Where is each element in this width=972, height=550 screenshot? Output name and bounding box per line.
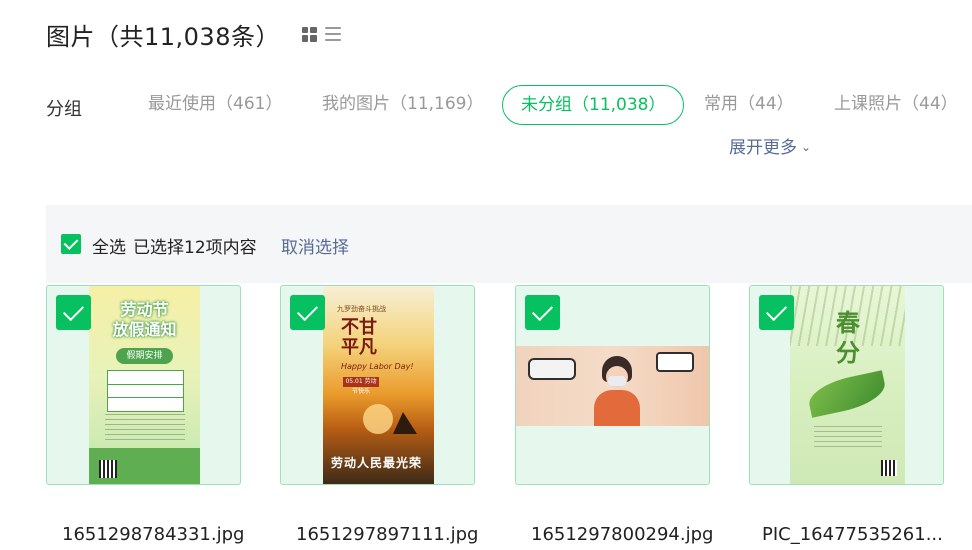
thermometer-icon (528, 358, 576, 380)
image-card[interactable]: 九罗劲奋斗挑战 不甘 平凡 Happy Labor Day! 05.01 劳动节… (280, 285, 475, 485)
view-toggle (301, 26, 341, 42)
thumbnail-pill: 假期安排 (116, 348, 173, 364)
selected-count-text: 已选择12项内容 (133, 238, 257, 258)
image-library-page: 图片（共11,038条） 分组 最近使用（461） 我的图片（11,169） 未… (0, 0, 972, 550)
selected-check-icon[interactable] (56, 295, 91, 330)
qr-code-icon (99, 460, 117, 478)
page-title: 图片（共11,038条） (46, 22, 280, 51)
grid-view-icon[interactable] (301, 26, 317, 42)
tab-ungrouped[interactable]: 未分组（11,038） (502, 85, 685, 125)
image-filename: 1651297800294.jpg (531, 524, 714, 545)
image-filename: PIC_16477535261... (762, 524, 943, 545)
title-row: 图片（共11,038条） (46, 16, 341, 52)
image-thumbnail: 春分 (790, 286, 905, 484)
thermometer-gun-icon (656, 352, 694, 372)
image-card[interactable] (515, 285, 710, 485)
chevron-down-icon: ⌄ (801, 139, 812, 154)
sun-shape (363, 404, 393, 434)
image-thumbnail: 九罗劲奋斗挑战 不甘 平凡 Happy Labor Day! 05.01 劳动节… (323, 286, 434, 484)
person-illustration (594, 356, 640, 426)
list-view-icon[interactable] (324, 27, 341, 41)
face-mask-icon (608, 376, 626, 386)
select-all-label[interactable]: 全选 (92, 233, 126, 258)
expand-more-label: 展开更多 (729, 138, 797, 158)
expand-more-link[interactable]: 展开更多 ⌄ (729, 133, 811, 158)
tab-recent[interactable]: 最近使用（461） (148, 85, 282, 123)
image-filename: 1651298784331.jpg (62, 524, 245, 545)
thumbnail-headline: 不甘 平凡 (341, 317, 377, 358)
select-all-checkbox[interactable] (61, 234, 81, 254)
thumbnail-table (107, 370, 184, 412)
tab-common[interactable]: 常用（44） (704, 85, 794, 123)
thumbnail-headline: 劳动节 放假通知 (112, 300, 177, 339)
selected-check-icon[interactable] (290, 295, 325, 330)
thumbnail-date-tag: 05.01 劳动节快乐 (343, 377, 379, 395)
tab-my-images[interactable]: 我的图片（11,169） (322, 85, 483, 123)
image-card[interactable]: 春分 (749, 285, 944, 485)
selected-check-icon[interactable] (525, 295, 560, 330)
qr-code-icon (881, 460, 897, 476)
thumbnail-slogan: 劳动人民最光荣 (331, 456, 423, 470)
group-tabs: 最近使用（461） 我的图片（11,169） 未分组（11,038） 常用（44… (0, 85, 972, 125)
sailboat-icon (393, 412, 417, 434)
thumbnail-top-text: 九罗劲奋斗挑战 (337, 305, 386, 313)
tab-class-photos[interactable]: 上课照片（44） (834, 85, 958, 123)
leaf-icon (805, 370, 889, 418)
selected-check-icon[interactable] (759, 295, 794, 330)
image-card[interactable]: 劳动节 放假通知 假期安排 (46, 285, 241, 485)
thumbnail-headline: 春分 (836, 309, 860, 367)
selection-bar: 全选 已选择12项内容 取消选择 (46, 205, 972, 283)
image-thumbnail (516, 346, 709, 426)
image-thumbnail: 劳动节 放假通知 假期安排 (89, 286, 200, 484)
thumbnail-script-text: Happy Labor Day! (341, 362, 414, 371)
cancel-selection-link[interactable]: 取消选择 (281, 233, 349, 258)
thumbnail-text-lines (105, 414, 185, 444)
thumbnail-text-lines (814, 426, 882, 450)
image-filename: 1651297897111.jpg (296, 524, 479, 545)
